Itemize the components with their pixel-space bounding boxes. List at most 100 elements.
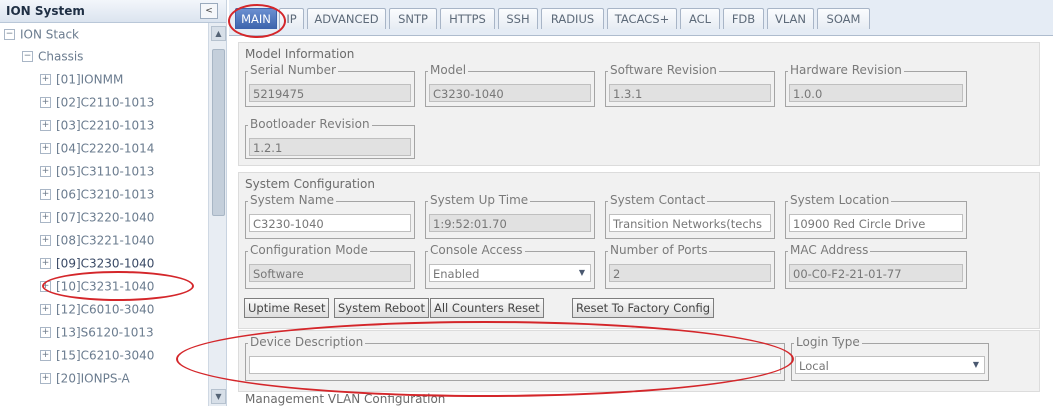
- system-location-input[interactable]: 10900 Red Circle Drive: [789, 214, 963, 232]
- tree-item-slot-06[interactable]: + [06]C3210-1013: [40, 183, 154, 205]
- section-title: System Configuration: [245, 177, 375, 191]
- all-counters-reset-button[interactable]: All Counters Reset: [430, 298, 544, 318]
- tree-item-label: [10]C3231-1040: [56, 279, 155, 294]
- expand-toggle-icon[interactable]: +: [40, 373, 51, 384]
- expand-toggle-icon[interactable]: +: [40, 143, 51, 154]
- tree-item-slot-12[interactable]: + [12]C6010-3040: [40, 298, 154, 320]
- tree-item-label: [12]C6010-3040: [56, 302, 155, 317]
- collapse-toggle-icon[interactable]: −: [22, 51, 33, 62]
- reset-to-factory-config-button[interactable]: Reset To Factory Config: [572, 298, 715, 318]
- expand-toggle-icon[interactable]: +: [40, 97, 51, 108]
- tree-item-label: ION Stack: [20, 27, 79, 42]
- field-label: System Up Time: [428, 193, 531, 207]
- field-label: System Name: [248, 193, 336, 207]
- system-name-input[interactable]: C3230-1040: [249, 214, 411, 232]
- serial-number-value: 5219475: [249, 84, 411, 102]
- tree-item-slot-01[interactable]: + [01]IONMM: [40, 68, 123, 90]
- tree-item-slot-03[interactable]: + [03]C2210-1013: [40, 114, 154, 136]
- tree-item-label: [02]C2110-1013: [56, 95, 155, 110]
- expand-toggle-icon[interactable]: +: [40, 120, 51, 131]
- model-information-section: Model Information Serial Number 5219475 …: [238, 42, 1040, 166]
- tree-item-slot-07[interactable]: + [07]C3220-1040: [40, 206, 154, 228]
- tab-main[interactable]: MAIN: [235, 8, 277, 29]
- expand-toggle-icon[interactable]: +: [40, 74, 51, 85]
- tree-item-label: [08]C3221-1040: [56, 233, 155, 248]
- scroll-up-icon[interactable]: ▲: [211, 26, 226, 41]
- system-location-field: System Location 10900 Red Circle Drive: [785, 193, 967, 239]
- uptime-reset-button[interactable]: Uptime Reset: [244, 298, 330, 318]
- dropdown-arrow-icon[interactable]: ▼: [576, 266, 588, 279]
- model-field: Model C3230-1040: [425, 63, 595, 107]
- console-access-select[interactable]: Enabled ▼: [429, 264, 591, 282]
- tab-radius[interactable]: RADIUS: [541, 8, 604, 29]
- tab-soam[interactable]: SOAM: [817, 8, 870, 29]
- console-access-selected-value: Enabled: [433, 267, 480, 281]
- login-type-select[interactable]: Local ▼: [795, 356, 985, 374]
- tree-item-label: Chassis: [38, 49, 84, 64]
- tree-item-label: [05]C3110-1013: [56, 164, 155, 179]
- expand-toggle-icon[interactable]: +: [40, 189, 51, 200]
- mac-address-value: 00-C0-F2-21-01-77: [789, 264, 963, 282]
- scrollbar-thumb[interactable]: [212, 49, 225, 216]
- tree-item-label: [13]S6120-1013: [56, 325, 154, 340]
- bootloader-revision-value: 1.2.1: [249, 138, 411, 156]
- tab-advanced[interactable]: ADVANCED: [307, 8, 386, 29]
- tree-title: ION System: [6, 4, 85, 18]
- login-type-selected-value: Local: [799, 359, 829, 373]
- tree-scrollbar[interactable]: ▲ ▼: [208, 23, 226, 406]
- tree-item-slot-05[interactable]: + [05]C3110-1013: [40, 160, 154, 182]
- system-reboot-button[interactable]: System Reboot: [334, 298, 429, 318]
- tab-vlan[interactable]: VLAN: [767, 8, 814, 29]
- collapse-panel-icon[interactable]: <: [200, 3, 218, 19]
- device-description-input[interactable]: [249, 356, 781, 374]
- tree-header: ION System <: [0, 0, 226, 23]
- expand-toggle-icon[interactable]: +: [40, 350, 51, 361]
- system-contact-input[interactable]: Transition Networks(techs: [609, 214, 771, 232]
- tree-item-slot-08[interactable]: + [08]C3221-1040: [40, 229, 154, 251]
- tab-https[interactable]: HTTPS: [440, 8, 495, 29]
- scroll-down-icon[interactable]: ▼: [211, 389, 226, 404]
- tree-item-label: [09]C3230-1040: [56, 256, 155, 271]
- model-value: C3230-1040: [429, 84, 591, 102]
- tab-bar: MAIN IP ADVANCED SNTP HTTPS SSH RADIUS T…: [229, 0, 1053, 36]
- tree-item-label: [07]C3220-1040: [56, 210, 155, 225]
- number-of-ports-field: Number of Ports 2: [605, 243, 775, 289]
- field-label: MAC Address: [788, 243, 871, 257]
- configuration-mode-value: Software: [249, 264, 411, 282]
- dropdown-arrow-icon[interactable]: ▼: [970, 358, 982, 371]
- expand-toggle-icon[interactable]: +: [40, 281, 51, 292]
- tab-acl[interactable]: ACL: [680, 8, 720, 29]
- tree-item-slot-02[interactable]: + [02]C2110-1013: [40, 91, 154, 113]
- tree-item-slot-13[interactable]: + [13]S6120-1013: [40, 321, 154, 343]
- tree-item-label: [03]C2210-1013: [56, 118, 155, 133]
- collapse-toggle-icon[interactable]: −: [4, 29, 15, 40]
- device-description-section: Device Description Login Type Local ▼: [238, 330, 1040, 392]
- console-access-field: Console Access Enabled ▼: [425, 243, 595, 289]
- expand-toggle-icon[interactable]: +: [40, 235, 51, 246]
- field-label: Model: [428, 63, 469, 77]
- tab-sntp[interactable]: SNTP: [389, 8, 437, 29]
- expand-toggle-icon[interactable]: +: [40, 258, 51, 269]
- tree-item-slot-04[interactable]: + [04]C2220-1014: [40, 137, 154, 159]
- tree-item-chassis[interactable]: − Chassis: [22, 45, 83, 67]
- expand-toggle-icon[interactable]: +: [40, 212, 51, 223]
- hardware-revision-field: Hardware Revision 1.0.0: [785, 63, 967, 107]
- tree-item-slot-15[interactable]: + [15]C6210-3040: [40, 344, 154, 366]
- tree-item-slot-09-selected[interactable]: + [09]C3230-1040: [40, 252, 154, 274]
- tree-body: − ION Stack − Chassis + [01]IONMM + [02]C211…: [0, 23, 208, 406]
- system-contact-field: System Contact Transition Networks(techs: [605, 193, 775, 239]
- configuration-mode-field: Configuration Mode Software: [245, 243, 415, 289]
- field-label: Hardware Revision: [788, 63, 904, 77]
- tree-item-slot-20[interactable]: + [20]IONPS-A: [40, 367, 130, 389]
- tree-item-slot-10[interactable]: + [10]C3231-1040: [40, 275, 154, 297]
- expand-toggle-icon[interactable]: +: [40, 327, 51, 338]
- tab-ip[interactable]: IP: [279, 8, 304, 29]
- tree-item-ion-stack[interactable]: − ION Stack: [4, 23, 79, 45]
- expand-toggle-icon[interactable]: +: [40, 166, 51, 177]
- number-of-ports-value: 2: [609, 264, 771, 282]
- expand-toggle-icon[interactable]: +: [40, 304, 51, 315]
- tab-fdb[interactable]: FDB: [723, 8, 764, 29]
- tab-ssh[interactable]: SSH: [498, 8, 538, 29]
- tab-tacacs[interactable]: TACACS+: [607, 8, 677, 29]
- tree-item-label: [20]IONPS-A: [56, 371, 130, 386]
